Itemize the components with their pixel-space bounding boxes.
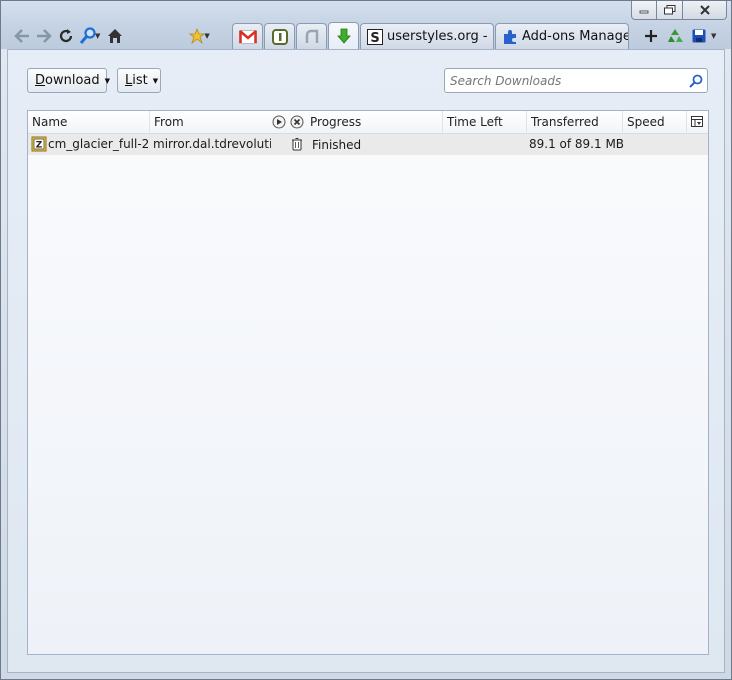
search-icon <box>689 74 703 88</box>
forward-button[interactable] <box>33 25 55 47</box>
column-header: Name From Progress Time Left Transferred… <box>28 111 708 134</box>
close-icon <box>699 5 710 15</box>
navigation-bar: ▼ ▼ <box>11 23 214 49</box>
new-tab-icon <box>645 30 657 42</box>
tab-addons-manager-label: Add-ons Manager <box>522 29 629 44</box>
download-button[interactable]: Download ▼ <box>27 68 111 93</box>
column-picker-icon[interactable] <box>691 116 703 128</box>
forward-arrow-icon <box>37 29 52 43</box>
maximize-button[interactable] <box>657 1 683 20</box>
downloads-list[interactable]: Name From Progress Time Left Transferred… <box>27 110 709 655</box>
userstyles-icon: S <box>367 28 383 45</box>
minimize-button[interactable] <box>631 1 657 20</box>
tab-addon[interactable] <box>296 23 327 49</box>
resume-all-icon[interactable] <box>272 115 286 129</box>
column-transferred[interactable]: Transferred <box>527 111 623 134</box>
tab-userstyles[interactable]: S userstyles.org - Res... <box>360 23 494 49</box>
recycle-icon <box>668 29 683 42</box>
reload-button[interactable] <box>55 25 77 47</box>
trash-icon[interactable] <box>292 138 302 151</box>
column-name[interactable]: Name <box>28 111 150 134</box>
new-tab-button[interactable] <box>639 25 663 47</box>
row-progress: Finished <box>312 138 362 152</box>
svg-text:Z: Z <box>36 141 43 151</box>
download-button-label: ownload <box>45 73 100 88</box>
column-progress[interactable]: Progress <box>306 111 443 134</box>
maximize-icon <box>663 5 675 15</box>
reload-icon <box>59 29 73 43</box>
close-button[interactable] <box>683 1 727 20</box>
menu-dropdown-icon[interactable]: ▼ <box>711 32 716 40</box>
gmail-icon <box>238 29 257 44</box>
download-button-mnemonic: D <box>35 73 46 88</box>
back-button[interactable] <box>11 25 33 47</box>
right-toolbar-buttons: ▼ <box>639 25 720 47</box>
minimize-icon <box>639 10 649 14</box>
puzzle-piece-icon <box>504 29 516 44</box>
list-button-mnemonic: L <box>125 73 133 88</box>
back-arrow-icon <box>14 29 29 43</box>
search-downloads-box[interactable] <box>444 68 708 93</box>
tab-userstyles-label: userstyles.org - Res... <box>387 29 493 44</box>
column-speed[interactable]: Speed <box>623 111 687 134</box>
archive-file-icon: Z <box>31 136 47 152</box>
addon-icon <box>305 29 318 43</box>
row-from: mirror.dal.tdrevoluti... <box>153 137 271 151</box>
list-button-label: ist <box>132 73 148 88</box>
tab-gmail[interactable] <box>232 23 263 49</box>
recycle-button[interactable] <box>663 25 687 47</box>
search-engine-dropdown-icon[interactable]: ▼ <box>95 32 100 40</box>
list-dropdown-icon: ▼ <box>152 76 159 85</box>
instapaper-icon <box>271 28 288 45</box>
table-row[interactable]: Z cm_glacier_full-2... mirror.dal.tdrevo… <box>28 134 708 155</box>
column-from[interactable]: From <box>150 111 268 134</box>
download-dropdown-icon: ▼ <box>104 76 111 85</box>
home-icon <box>108 29 123 43</box>
download-arrow-icon <box>336 28 351 44</box>
downloads-panel: Download ▼ List ▼ Name From <box>7 49 725 673</box>
column-time-left[interactable]: Time Left <box>443 111 527 134</box>
cancel-all-icon[interactable] <box>290 115 304 129</box>
row-name: cm_glacier_full-2... <box>48 137 148 151</box>
save-icon <box>692 29 706 43</box>
svg-text:S: S <box>370 31 379 45</box>
search-button[interactable] <box>685 70 707 92</box>
tab-addons-manager[interactable]: Add-ons Manager <box>495 23 629 49</box>
row-speed <box>627 134 687 155</box>
list-button[interactable]: List ▼ <box>117 68 161 93</box>
search-input[interactable] <box>445 73 685 88</box>
row-transferred: 89.1 of 89.1 MB <box>529 137 623 151</box>
row-time-left <box>447 134 527 155</box>
save-button[interactable] <box>687 25 711 47</box>
bookmark-dropdown-icon[interactable]: ▼ <box>204 32 209 40</box>
tab-downloads[interactable] <box>328 22 359 49</box>
tab-strip: S userstyles.org - Res... Add-ons Manage… <box>232 22 630 49</box>
browser-window: ▼ ▼ S userstyles.org - Add-ons Manager ▼… <box>0 0 732 680</box>
window-controls <box>631 1 727 21</box>
tab-instapaper[interactable] <box>264 23 295 49</box>
home-button[interactable] <box>104 25 126 47</box>
